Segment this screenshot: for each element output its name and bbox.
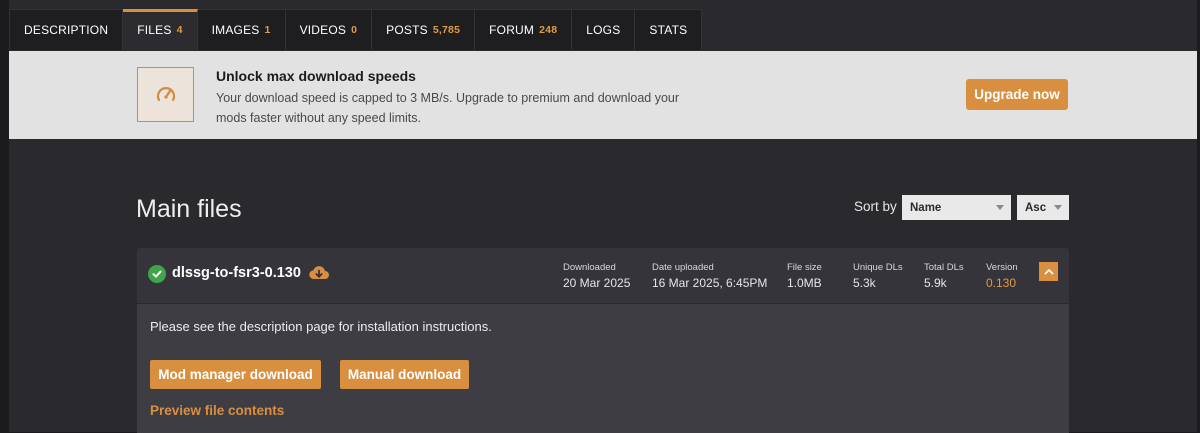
manual-download-button[interactable]: Manual download: [340, 360, 469, 389]
stat-value: 16 Mar 2025, 6:45PM: [652, 276, 768, 290]
tab-bar: DESCRIPTION FILES 4 IMAGES 1 VIDEOS 0 PO…: [9, 9, 703, 50]
tab-images[interactable]: IMAGES 1: [197, 9, 286, 50]
stat-label: Version: [986, 262, 1018, 273]
chevron-up-icon: [1044, 269, 1053, 275]
tab-count: 5,785: [432, 24, 461, 36]
stat-value: 1.0MB: [787, 276, 822, 290]
tab-label: STATS: [649, 23, 688, 37]
premium-banner: Unlock max download speeds Your download…: [9, 51, 1197, 139]
tab-label: FILES: [137, 23, 172, 37]
tab-posts[interactable]: POSTS 5,785: [372, 9, 476, 50]
upgrade-button[interactable]: Upgrade now: [966, 79, 1068, 110]
stat-unique-dls: Unique DLs 5.3k: [853, 262, 903, 291]
file-name[interactable]: dlssg-to-fsr3-0.130: [172, 265, 301, 281]
tab-count: 4: [176, 24, 183, 36]
chevron-down-icon: [1054, 205, 1062, 210]
banner-title: Unlock max download speeds: [216, 68, 416, 84]
sort-order-select[interactable]: Asc: [1017, 195, 1069, 220]
stat-value: 5.9k: [924, 276, 947, 290]
tab-description[interactable]: DESCRIPTION: [9, 9, 124, 50]
tab-files[interactable]: FILES 4: [123, 9, 198, 50]
stat-total-dls: Total DLs 5.9k: [924, 262, 964, 291]
tab-label: FORUM: [489, 23, 535, 37]
check-circle-icon: [148, 265, 166, 283]
sort-order-value: Asc: [1025, 201, 1047, 214]
tab-label: IMAGES: [211, 23, 260, 37]
sort-field-value: Name: [910, 201, 942, 214]
page: DESCRIPTION FILES 4 IMAGES 1 VIDEOS 0 PO…: [9, 0, 1197, 433]
speedometer-icon: [137, 67, 194, 122]
preview-file-contents-link[interactable]: Preview file contents: [150, 403, 284, 418]
mod-manager-download-button[interactable]: Mod manager download: [150, 360, 321, 389]
banner-text: Your download speed is capped to 3 MB/s.…: [216, 91, 680, 125]
collapse-button[interactable]: [1039, 262, 1058, 281]
stat-value: 0.130: [986, 276, 1017, 290]
cloud-download-icon[interactable]: [308, 264, 330, 282]
sort-field-select[interactable]: Name: [902, 195, 1011, 220]
stat-version: Version 0.130: [986, 262, 1018, 291]
stat-label: Downloaded: [563, 262, 616, 273]
stat-label: File size: [787, 262, 822, 273]
stat-file-size: File size 1.0MB: [787, 262, 822, 291]
file-details: Please see the description page for inst…: [137, 303, 1069, 433]
stat-date-uploaded: Date uploaded 16 Mar 2025, 6:45PM: [652, 262, 767, 291]
tab-videos[interactable]: VIDEOS 0: [285, 9, 373, 50]
tab-forum[interactable]: FORUM 248: [475, 9, 573, 50]
stat-label: Unique DLs: [853, 262, 903, 273]
tab-count: 1: [264, 24, 271, 36]
tab-label: DESCRIPTION: [24, 23, 109, 37]
file-description: Please see the description page for inst…: [150, 319, 492, 334]
file-header[interactable]: dlssg-to-fsr3-0.130 Downloaded 20 Mar 20…: [137, 248, 1069, 303]
sort-label: Sort by: [854, 199, 897, 214]
tab-count: 248: [539, 24, 558, 36]
tab-label: VIDEOS: [299, 23, 347, 37]
chevron-down-icon: [996, 205, 1004, 210]
stat-label: Total DLs: [924, 262, 964, 273]
page-title: Main files: [136, 195, 242, 223]
tab-stats[interactable]: STATS: [635, 9, 703, 50]
stat-downloaded: Downloaded 20 Mar 2025: [563, 262, 630, 291]
tab-count: 0: [351, 24, 358, 36]
tab-label: LOGS: [586, 23, 621, 37]
stat-label: Date uploaded: [652, 262, 714, 273]
tab-label: POSTS: [386, 23, 428, 37]
stat-value: 20 Mar 2025: [563, 276, 631, 290]
stat-value: 5.3k: [853, 276, 876, 290]
tab-logs[interactable]: LOGS: [572, 9, 636, 50]
